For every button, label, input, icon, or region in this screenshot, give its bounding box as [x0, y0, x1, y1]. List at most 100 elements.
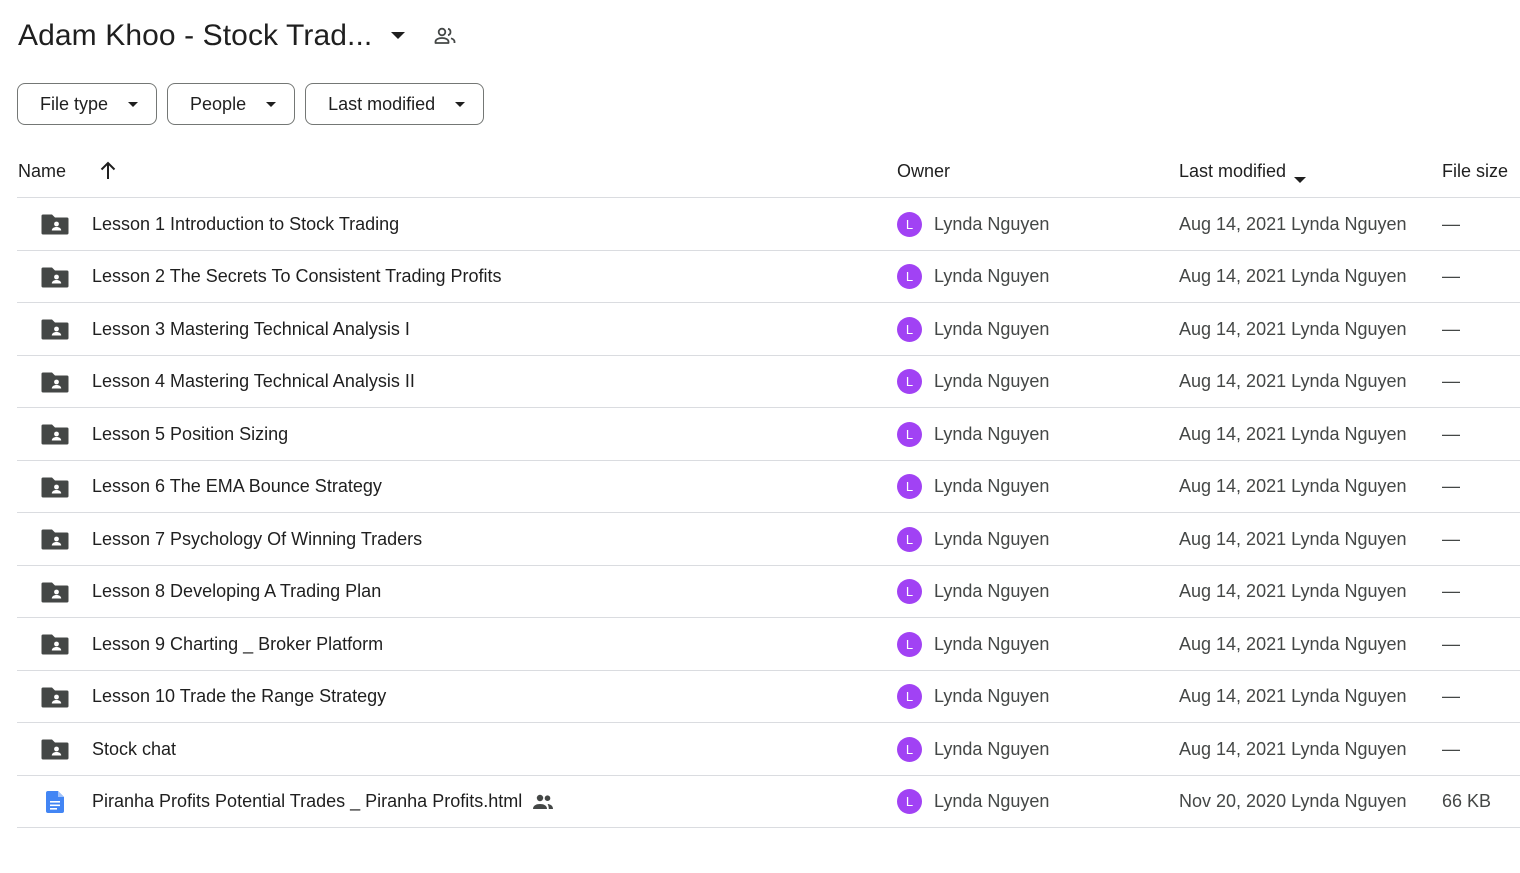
file-name[interactable]: Lesson 2 The Secrets To Consistent Tradi… [92, 251, 502, 303]
owner-cell: L Lynda Nguyen [897, 723, 1049, 775]
table-row[interactable]: Stock chat L Lynda Nguyen Aug 14, 2021 Lynda… [17, 723, 1520, 776]
last-modified-filter[interactable]: Last modified [305, 83, 485, 125]
google-doc-icon [41, 776, 69, 828]
table-row[interactable]: Lesson 7 Psychology Of Winning Traders L L… [17, 513, 1520, 566]
chevron-down-icon[interactable] [386, 24, 410, 48]
avatar[interactable]: L [897, 474, 922, 499]
file-size: — [1442, 633, 1460, 654]
file-name[interactable]: Lesson 7 Psychology Of Winning Traders [92, 513, 422, 565]
file-name[interactable]: Piranha Profits Potential Trades _ Piran… [92, 776, 554, 828]
file-name-text: Lesson 2 The Secrets To Consistent Tradi… [92, 266, 502, 286]
table-row[interactable]: Lesson 5 Position Sizing L Lynda Nguyen Aug… [17, 408, 1520, 461]
table-row[interactable]: Lesson 6 The EMA Bounce Strategy L Lynda N… [17, 461, 1520, 513]
file-rows: Lesson 1 Introduction to Stock Trading L L… [17, 198, 1520, 828]
caret-down-icon [455, 99, 466, 109]
file-name[interactable]: Lesson 5 Position Sizing [92, 408, 288, 460]
last-modified-cell: Aug 14, 2021 Lynda Nguyen [1179, 723, 1407, 775]
drive-folder-view: Adam Khoo - Stock Trad... File type Peop… [0, 0, 1520, 873]
file-name[interactable]: Lesson 3 Mastering Technical Analysis I [92, 303, 410, 355]
table-row[interactable]: Lesson 10 Trade the Range Strategy L Lynda… [17, 671, 1520, 723]
avatar[interactable]: L [897, 211, 922, 237]
file-size: — [1442, 581, 1460, 601]
file-size: — [1442, 318, 1460, 339]
file-name[interactable]: Lesson 6 The EMA Bounce Strategy [92, 461, 382, 513]
modified-date: Aug 14, 2021 [1179, 528, 1287, 549]
modified-date: Aug 14, 2021 [1179, 476, 1287, 496]
shared-folder-icon [41, 198, 69, 250]
modified-by: Lynda Nguyen [1291, 581, 1407, 601]
shared-folder-icon [41, 723, 69, 775]
table-row[interactable]: Lesson 4 Mastering Technical Analysis II… [17, 356, 1520, 408]
modified-date: Aug 14, 2021 [1179, 318, 1287, 339]
file-name-text: Lesson 4 Mastering Technical Analysis II [92, 371, 415, 391]
file-name[interactable]: Lesson 8 Developing A Trading Plan [92, 566, 381, 618]
avatar[interactable]: L [897, 631, 922, 657]
file-type-filter[interactable]: File type [17, 83, 158, 125]
table-row[interactable]: Piranha Profits Potential Trades _ Piran… [17, 776, 1520, 828]
owner-cell: L Lynda Nguyen [897, 618, 1049, 670]
avatar[interactable]: L [897, 684, 922, 709]
avatar[interactable]: L [897, 264, 922, 289]
owner-name: Lynda Nguyen [934, 633, 1050, 654]
last-modified-cell: Aug 14, 2021 Lynda Nguyen [1179, 566, 1407, 618]
avatar[interactable]: L [897, 736, 922, 762]
owner-name: Lynda Nguyen [934, 528, 1050, 549]
modified-by: Lynda Nguyen [1291, 633, 1407, 654]
people-filter[interactable]: People [167, 83, 296, 125]
people-filter-label: People [190, 93, 247, 114]
file-name[interactable]: Lesson 1 Introduction to Stock Trading [92, 198, 399, 250]
caret-down-icon [266, 99, 277, 109]
table-row[interactable]: Lesson 9 Charting _ Broker Platform L Lynd… [17, 618, 1520, 671]
shared-folder-icon [41, 671, 69, 723]
owner-name: Lynda Nguyen [934, 791, 1050, 811]
last-modified-column-header[interactable]: Last modified [1179, 161, 1307, 183]
modified-date: Aug 14, 2021 [1179, 581, 1287, 601]
file-size: 66 KB [1442, 791, 1492, 811]
table-row[interactable]: Lesson 1 Introduction to Stock Trading L L… [17, 198, 1520, 251]
modified-date: Aug 14, 2021 [1179, 738, 1287, 759]
avatar[interactable]: L [897, 421, 922, 447]
owner-name: Lynda Nguyen [934, 476, 1050, 496]
file-name[interactable]: Lesson 9 Charting _ Broker Platform [92, 618, 383, 670]
file-size: — [1442, 213, 1460, 234]
file-name[interactable]: Lesson 4 Mastering Technical Analysis II [92, 356, 415, 408]
shared-folder-icon [41, 513, 69, 565]
shared-folder-icon [41, 303, 69, 355]
owner-cell: L Lynda Nguyen [897, 566, 1049, 618]
file-name-text: Lesson 9 Charting _ Broker Platform [92, 633, 384, 654]
last-modified-cell: Aug 14, 2021 Lynda Nguyen [1179, 303, 1407, 355]
last-modified-cell: Aug 14, 2021 Lynda Nguyen [1179, 356, 1407, 408]
file-name-text: Lesson 7 Psychology Of Winning Traders [92, 528, 423, 549]
shared-people-icon[interactable] [432, 23, 458, 49]
last-modified-cell: Aug 14, 2021 Lynda Nguyen [1179, 198, 1407, 250]
file-name[interactable]: Stock chat [92, 723, 176, 775]
file-list: Name Owner Last modified File size Lesso… [17, 146, 1520, 828]
modified-by: Lynda Nguyen [1291, 791, 1407, 811]
file-name-text: Lesson 10 Trade the Range Strategy [92, 686, 387, 706]
file-name-text: Stock chat [92, 738, 177, 759]
name-column-header[interactable]: Name [18, 161, 66, 182]
table-row[interactable]: Lesson 2 The Secrets To Consistent Tradi… [17, 251, 1520, 303]
owner-cell: L Lynda Nguyen [897, 251, 1049, 303]
avatar[interactable]: L [897, 579, 922, 604]
modified-date: Aug 14, 2021 [1179, 371, 1287, 391]
owner-cell: L Lynda Nguyen [897, 408, 1049, 460]
modified-by: Lynda Nguyen [1291, 423, 1407, 444]
file-name-text: Lesson 8 Developing A Trading Plan [92, 581, 382, 601]
arrow-up-icon[interactable] [97, 160, 119, 182]
file-name[interactable]: Lesson 10 Trade the Range Strategy [92, 671, 386, 723]
avatar[interactable]: L [897, 789, 922, 814]
filter-chips: File type People Last modified [17, 83, 485, 125]
avatar[interactable]: L [897, 316, 922, 342]
owner-cell: L Lynda Nguyen [897, 776, 1049, 828]
owner-cell: L Lynda Nguyen [897, 356, 1049, 408]
folder-title[interactable]: Adam Khoo - Stock Trad... [18, 19, 372, 53]
modified-by: Lynda Nguyen [1291, 738, 1407, 759]
last-modified-filter-label: Last modified [328, 93, 436, 114]
avatar[interactable]: L [897, 526, 922, 552]
table-row[interactable]: Lesson 3 Mastering Technical Analysis I L… [17, 303, 1520, 356]
owner-column-header: Owner [897, 161, 951, 181]
avatar[interactable]: L [897, 369, 922, 394]
table-row[interactable]: Lesson 8 Developing A Trading Plan L Lynda… [17, 566, 1520, 618]
last-modified-cell: Aug 14, 2021 Lynda Nguyen [1179, 251, 1407, 303]
